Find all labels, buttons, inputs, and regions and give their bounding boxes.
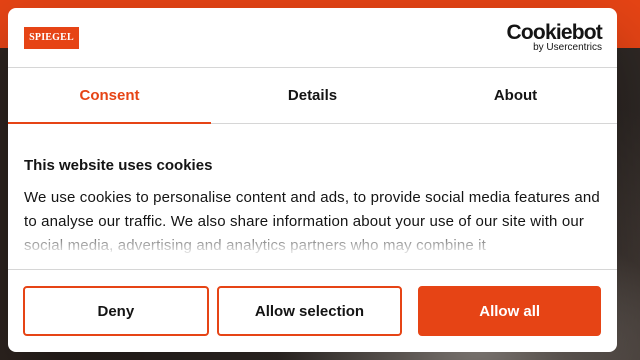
tab-about-label: About xyxy=(493,87,538,104)
dialog-footer: Deny Allow selection Allow all xyxy=(8,269,617,352)
tab-bar: Consent Details About xyxy=(8,68,617,124)
cookiebot-logo[interactable]: Cookiebot by Usercentrics xyxy=(506,21,603,53)
dialog-header: SPIEGEL Cookiebot by Usercentrics xyxy=(8,8,617,68)
tab-about[interactable]: About xyxy=(414,68,617,123)
allow-selection-button[interactable]: Allow selection xyxy=(216,286,403,336)
spiegel-logo: SPIEGEL xyxy=(24,26,79,49)
tab-consent[interactable]: Consent xyxy=(8,68,211,124)
deny-button[interactable]: Deny xyxy=(23,286,209,336)
consent-heading: This website uses cookies xyxy=(24,157,213,174)
tab-details[interactable]: Details xyxy=(211,68,414,123)
tab-consent-label: Consent xyxy=(79,87,140,104)
spiegel-logo-text: SPIEGEL xyxy=(29,32,74,43)
allow-all-button[interactable]: Allow all xyxy=(418,286,601,336)
cookie-consent-dialog: SPIEGEL Cookiebot by Usercentrics Consen… xyxy=(8,8,617,352)
content-fade-overlay xyxy=(8,225,617,269)
tab-details-label: Details xyxy=(287,87,338,104)
consent-content[interactable]: This website uses cookies We use cookies… xyxy=(8,124,617,269)
cookiebot-byline: by Usercentrics xyxy=(533,42,602,53)
cookiebot-logo-text: Cookiebot xyxy=(506,21,603,44)
